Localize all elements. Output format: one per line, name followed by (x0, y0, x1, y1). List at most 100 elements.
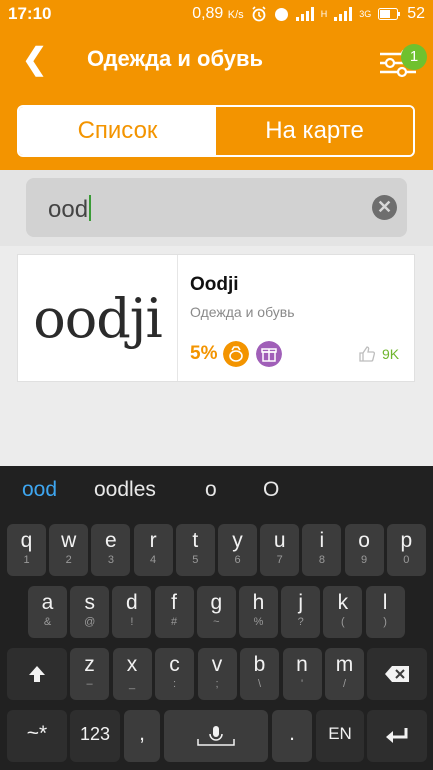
shop-card[interactable]: oodji Oodji Одежда и обувь 5% 9K (17, 254, 415, 382)
view-toggle: Список На карте (17, 105, 415, 157)
comma-key[interactable]: , (124, 710, 160, 762)
search-value: ood (48, 196, 89, 223)
period-key[interactable]: . (272, 710, 312, 762)
key-s[interactable]: s @ (70, 586, 110, 638)
key-alt-label: ; (215, 678, 219, 690)
key-label: k (337, 591, 349, 614)
key-d[interactable]: d! (112, 586, 152, 638)
alarm-icon (252, 6, 266, 22)
key-alt-label: 2 (65, 554, 72, 566)
key-o[interactable]: o9 (344, 524, 384, 576)
key-h[interactable]: h% (239, 586, 278, 638)
key-alt-label: 6 (234, 554, 241, 566)
suggestion-4[interactable]: O (263, 478, 279, 502)
search-input[interactable]: ood ✕ (26, 178, 407, 237)
symbols-key[interactable]: ~* (7, 710, 67, 762)
network-speed-unit: K/s (227, 9, 244, 21)
numbers-key-label: 123 (79, 724, 111, 744)
shop-logo: oodji (18, 255, 178, 381)
key-label: a (41, 591, 54, 614)
shop-category: Одежда и обувь (190, 304, 295, 320)
comma-key-label: , (139, 722, 145, 745)
cashback-percent: 5% (190, 343, 218, 364)
network-speed: 0,89 K/s (192, 5, 244, 23)
backspace-key[interactable] (367, 648, 427, 700)
page-title: Одежда и обувь (87, 46, 264, 71)
key-label: g (210, 591, 223, 614)
suggestion-1[interactable]: ood (22, 478, 57, 502)
key-i[interactable]: i8 (302, 524, 342, 576)
key-u[interactable]: u7 (260, 524, 300, 576)
signal-icon-2 (334, 7, 353, 21)
key-m[interactable]: m / (325, 648, 364, 700)
key-alt-label: ) (383, 616, 387, 628)
key-label: u (273, 529, 286, 552)
language-key[interactable]: EN (316, 710, 364, 762)
key-r[interactable]: r4 (133, 524, 173, 576)
clear-search-button[interactable]: ✕ (372, 195, 397, 220)
key-alt-label: @ (84, 616, 96, 628)
key-y[interactable]: y6 (218, 524, 257, 576)
enter-icon (386, 728, 408, 743)
battery-level: 52 (407, 5, 425, 22)
key-n[interactable]: n ' (282, 648, 322, 700)
shift-key[interactable] (7, 648, 67, 700)
key-alt-label: ! (130, 616, 134, 628)
tab-list[interactable]: Список (19, 107, 216, 155)
key-c[interactable]: c: (155, 648, 194, 700)
key-k[interactable]: k( (323, 586, 363, 638)
key-q[interactable]: q1 (7, 524, 46, 576)
likes[interactable]: 9K (358, 345, 399, 363)
key-label: b (253, 653, 266, 676)
filter-count-badge: 1 (401, 44, 427, 70)
thumbs-up-icon (359, 346, 376, 362)
key-alt-label: 4 (150, 554, 157, 566)
key-a[interactable]: a & (28, 586, 67, 638)
key-f[interactable]: f # (154, 586, 194, 638)
status-time: 17:10 (8, 4, 52, 23)
key-alt-label: ' (300, 678, 304, 690)
key-label: m (335, 653, 354, 676)
key-label: w (61, 529, 77, 552)
key-alt-label: ( (341, 616, 345, 628)
key-alt-label: 1 (23, 554, 30, 566)
key-l[interactable]: l) (365, 586, 405, 638)
microphone-icon (197, 726, 235, 746)
key-w[interactable]: w2 (49, 524, 89, 576)
do-not-disturb-icon (274, 7, 288, 21)
tab-map[interactable]: На карте (216, 107, 413, 155)
search-input-text[interactable]: ood (48, 195, 92, 224)
key-p[interactable]: p0 (386, 524, 426, 576)
money-bag-icon (223, 341, 249, 367)
key-v[interactable]: v; (197, 648, 237, 700)
key-label: i (319, 529, 325, 552)
key-z[interactable]: z – (70, 648, 109, 700)
enter-key[interactable] (367, 710, 427, 762)
app-screen: 17:10 0,89 K/s H 3G 52 ❮ Одежда и обувь … (0, 0, 433, 770)
key-x[interactable]: x _ (112, 648, 152, 700)
key-label: e (105, 529, 117, 552)
key-j[interactable]: j? (281, 586, 321, 638)
suggestion-2[interactable]: oodles (94, 478, 156, 502)
key-alt-label: 3 (107, 554, 114, 566)
key-b[interactable]: b \ (240, 648, 279, 700)
key-label: f (171, 591, 178, 614)
key-label: r (149, 529, 157, 552)
text-cursor (89, 195, 92, 221)
status-bar: 17:10 0,89 K/s H 3G 52 (0, 0, 433, 28)
back-button[interactable]: ❮ (22, 40, 47, 80)
suggestion-strip: ood oodles o O (0, 466, 433, 514)
search-area: ood ✕ (0, 170, 433, 246)
key-alt-label: # (171, 616, 178, 628)
key-e[interactable]: e3 (91, 524, 131, 576)
suggestion-3[interactable]: o (205, 478, 217, 502)
numbers-key[interactable]: 123 (70, 710, 120, 762)
key-label: x (126, 653, 138, 676)
key-alt-label: : (172, 678, 177, 690)
key-g[interactable]: g ~ (196, 586, 236, 638)
key-label: o (358, 529, 370, 552)
space-key[interactable] (164, 710, 268, 762)
network-type-h: H (320, 9, 328, 19)
key-t[interactable]: t5 (175, 524, 215, 576)
key-label: j (298, 591, 304, 614)
